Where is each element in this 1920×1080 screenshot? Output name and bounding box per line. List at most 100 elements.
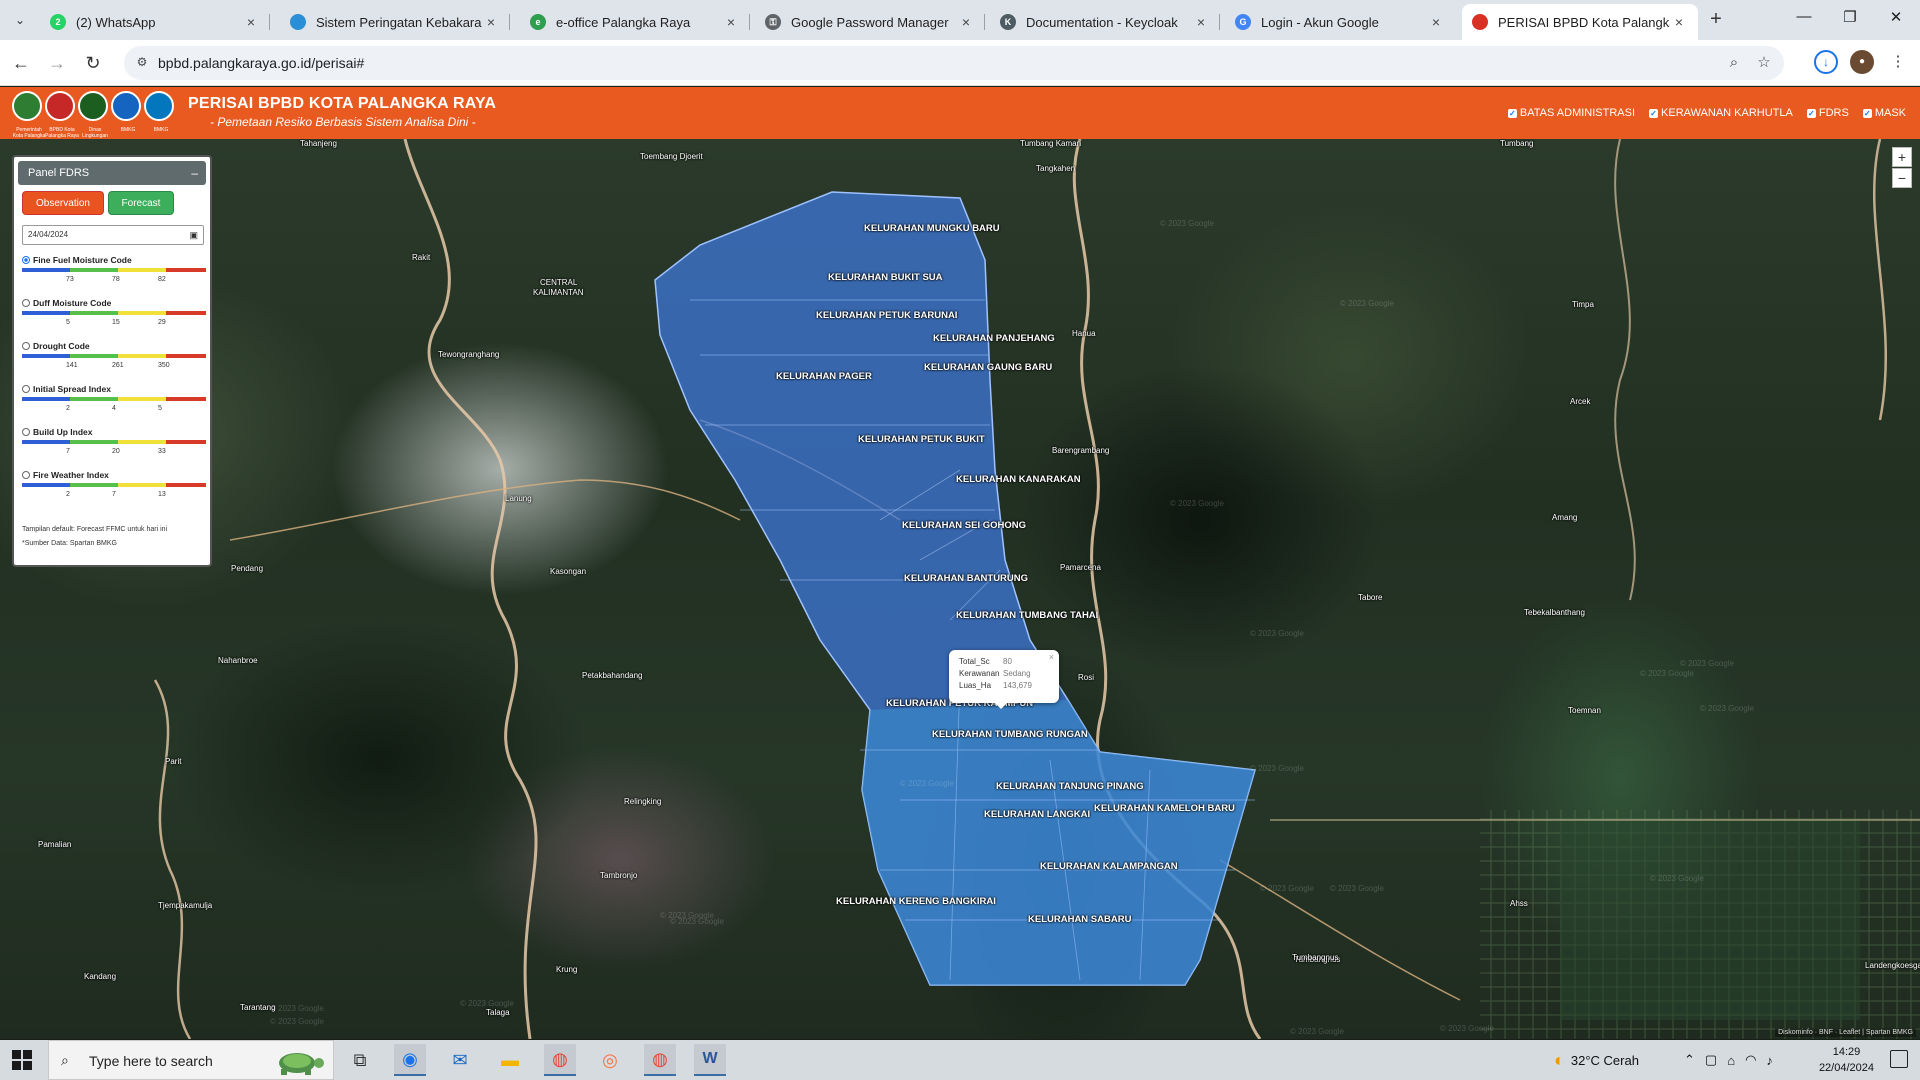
browser-tab[interactable]: PERISAI BPBD Kota Palangka R× — [1462, 4, 1698, 40]
layer-toggle[interactable]: ✓ KERAWANAN KARHUTLA — [1649, 107, 1793, 119]
scale-segment — [70, 397, 118, 401]
fdrs-index-option[interactable]: Drought Code 141 261 350 — [22, 341, 210, 374]
radio-button[interactable] — [22, 256, 30, 264]
google-watermark: © 2023 Google — [270, 1017, 324, 1026]
layer-toggle[interactable]: ✓ BATAS ADMINISTRASI — [1507, 107, 1635, 119]
radio-button[interactable] — [22, 385, 30, 393]
scale-segment — [70, 483, 118, 487]
close-tab-icon[interactable]: × — [957, 14, 975, 30]
popup-close-icon[interactable]: × — [1049, 652, 1054, 662]
mail-icon[interactable]: ✉ — [444, 1044, 476, 1076]
windows-taskbar: ⌕ Type here to search ⧉ ◉ ✉ ▬ ◍ ◎ ◍ W ◐ … — [0, 1040, 1920, 1080]
site-icon — [290, 14, 306, 30]
close-tab-icon[interactable]: × — [1192, 14, 1210, 30]
fdrs-index-option[interactable]: Build Up Index 7 20 33 — [22, 427, 210, 460]
notification-icon[interactable] — [1890, 1050, 1908, 1068]
fdrs-panel-title: Panel FDRS — [28, 167, 90, 179]
browser-tab[interactable]: G Login - Akun Google × — [1225, 4, 1455, 40]
system-clock[interactable]: 14:29 22/04/2024 — [1819, 1044, 1874, 1076]
place-label: Toembang Djoerit — [640, 152, 703, 161]
start-button[interactable] — [12, 1050, 32, 1070]
date-input[interactable]: 24/04/2024 ▣ — [22, 225, 204, 245]
download-icon[interactable]: ↓ — [1814, 50, 1838, 74]
clock-date: 22/04/2024 — [1818, 1062, 1874, 1074]
app-header: Pemerintah Kota Palangka RayaBPBD Kota P… — [0, 87, 1920, 145]
tray-network-share-icon[interactable]: ⌂ — [1727, 1053, 1735, 1068]
forecast-button[interactable]: Forecast — [108, 191, 174, 215]
zoom-in-button[interactable]: + — [1892, 147, 1912, 167]
firefox-icon[interactable]: ◎ — [594, 1044, 626, 1076]
file-explorer-icon[interactable]: ▬ — [494, 1044, 526, 1076]
url-text[interactable]: bpbd.palangkaraya.go.id/perisai# — [158, 55, 364, 71]
restore-window-button[interactable]: ❐ — [1830, 8, 1870, 32]
word-icon[interactable]: W — [694, 1044, 726, 1076]
fdrs-index-option[interactable]: Initial Spread Index 2 4 5 — [22, 384, 210, 417]
layer-toggle[interactable]: ✓ MASK — [1862, 107, 1906, 119]
chrome-icon[interactable]: ◍ — [544, 1044, 576, 1076]
new-tab-button[interactable]: + — [1704, 8, 1728, 32]
fdrs-index-option[interactable]: Fine Fuel Moisture Code 73 78 82 — [22, 255, 210, 288]
browser-menu-icon[interactable]: ⋮ — [1886, 50, 1910, 74]
close-tab-icon[interactable]: × — [722, 14, 740, 30]
layer-toggle[interactable]: ✓ FDRS — [1806, 107, 1849, 119]
scale-segment — [166, 311, 206, 315]
radio-button[interactable] — [22, 471, 30, 479]
bookmark-star-icon[interactable]: ☆ — [1754, 53, 1774, 73]
tray-app-icon[interactable]: ▢ — [1705, 1052, 1717, 1068]
scale-segment — [166, 397, 206, 401]
logo-emblem-icon — [78, 91, 108, 121]
checkbox-checked-icon[interactable]: ✓ — [1862, 108, 1872, 118]
volume-icon[interactable]: ♪ — [1766, 1053, 1773, 1068]
tab-title: e-office Palangka Raya — [556, 14, 691, 30]
zoom-icon[interactable]: ⌕ — [1724, 53, 1744, 73]
google-watermark: © 2023 Google — [1340, 299, 1394, 308]
reload-button[interactable]: ↻ — [80, 50, 106, 76]
edge-icon[interactable]: ◉ — [394, 1044, 426, 1076]
radio-button[interactable] — [22, 342, 30, 350]
scale-tick: 20 — [112, 448, 120, 455]
tab-separator — [269, 14, 270, 30]
browser-tab[interactable]: 2 (2) WhatsApp × — [40, 4, 270, 40]
panel-minimize-button[interactable]: – — [191, 161, 198, 185]
checkbox-checked-icon[interactable]: ✓ — [1649, 108, 1659, 118]
calendar-icon[interactable]: ▣ — [189, 226, 198, 244]
close-tab-icon[interactable]: × — [482, 14, 500, 30]
tray-chevron-icon[interactable]: ⌃ — [1684, 1052, 1695, 1068]
radio-button[interactable] — [22, 299, 30, 307]
forward-button[interactable]: → — [44, 50, 70, 76]
task-view-icon[interactable]: ⧉ — [344, 1044, 376, 1076]
weather-widget[interactable]: ◐ 32°C Cerah — [1554, 1040, 1639, 1080]
profile-avatar[interactable]: ● — [1850, 50, 1874, 74]
tab-title: PERISAI BPBD Kota Palangka R — [1498, 14, 1670, 30]
close-tab-icon[interactable]: × — [242, 14, 260, 30]
close-tab-icon[interactable]: × — [1427, 14, 1445, 30]
back-button[interactable]: ← — [8, 50, 34, 76]
minimize-window-button[interactable]: — — [1784, 8, 1824, 32]
close-window-button[interactable]: ✕ — [1876, 8, 1916, 32]
tab-title: Google Password Manager — [791, 14, 949, 30]
browser-tab[interactable]: Sistem Peringatan Kebakaran H× — [280, 4, 510, 40]
kelurahan-label: KELURAHAN BANTURUNG — [904, 573, 1029, 584]
chrome-profile-icon[interactable]: ◍ — [644, 1044, 676, 1076]
google-watermark: © 2023 Google — [1440, 1024, 1494, 1033]
radio-button[interactable] — [22, 428, 30, 436]
address-bar[interactable]: ⚙ bpbd.palangkaraya.go.id/perisai# ⌕ ☆ — [124, 46, 1784, 80]
zoom-out-button[interactable]: − — [1892, 168, 1912, 188]
site-info-icon[interactable]: ⚙ — [134, 55, 150, 71]
fdrs-index-option[interactable]: Fire Weather Index 2 7 13 — [22, 470, 210, 503]
wifi-icon[interactable]: ◠ — [1745, 1052, 1756, 1068]
kelurahan-label: KELURAHAN PETUK BARUNAI — [816, 310, 958, 321]
taskbar-search-box[interactable]: ⌕ Type here to search — [48, 1040, 334, 1080]
browser-tab[interactable]: e e-office Palangka Raya × — [520, 4, 750, 40]
river-far-east — [1872, 139, 1888, 421]
browser-tab[interactable]: K Documentation - Keycloak × — [990, 4, 1220, 40]
checkbox-checked-icon[interactable]: ✓ — [1507, 108, 1517, 118]
fdrs-index-option[interactable]: Duff Moisture Code 5 15 29 — [22, 298, 210, 331]
map-canvas[interactable]: KELURAHAN MUNGKU BARU KELURAHAN BUKIT SUA… — [0, 139, 1920, 1039]
checkbox-checked-icon[interactable]: ✓ — [1806, 108, 1816, 118]
observation-button[interactable]: Observation — [22, 191, 104, 215]
tab-search-chevron-icon[interactable]: ⌄ — [6, 8, 34, 32]
close-tab-icon[interactable]: × — [1670, 14, 1688, 30]
tab-separator — [984, 14, 985, 30]
browser-tab[interactable]: ⚿ Google Password Manager × — [755, 4, 985, 40]
